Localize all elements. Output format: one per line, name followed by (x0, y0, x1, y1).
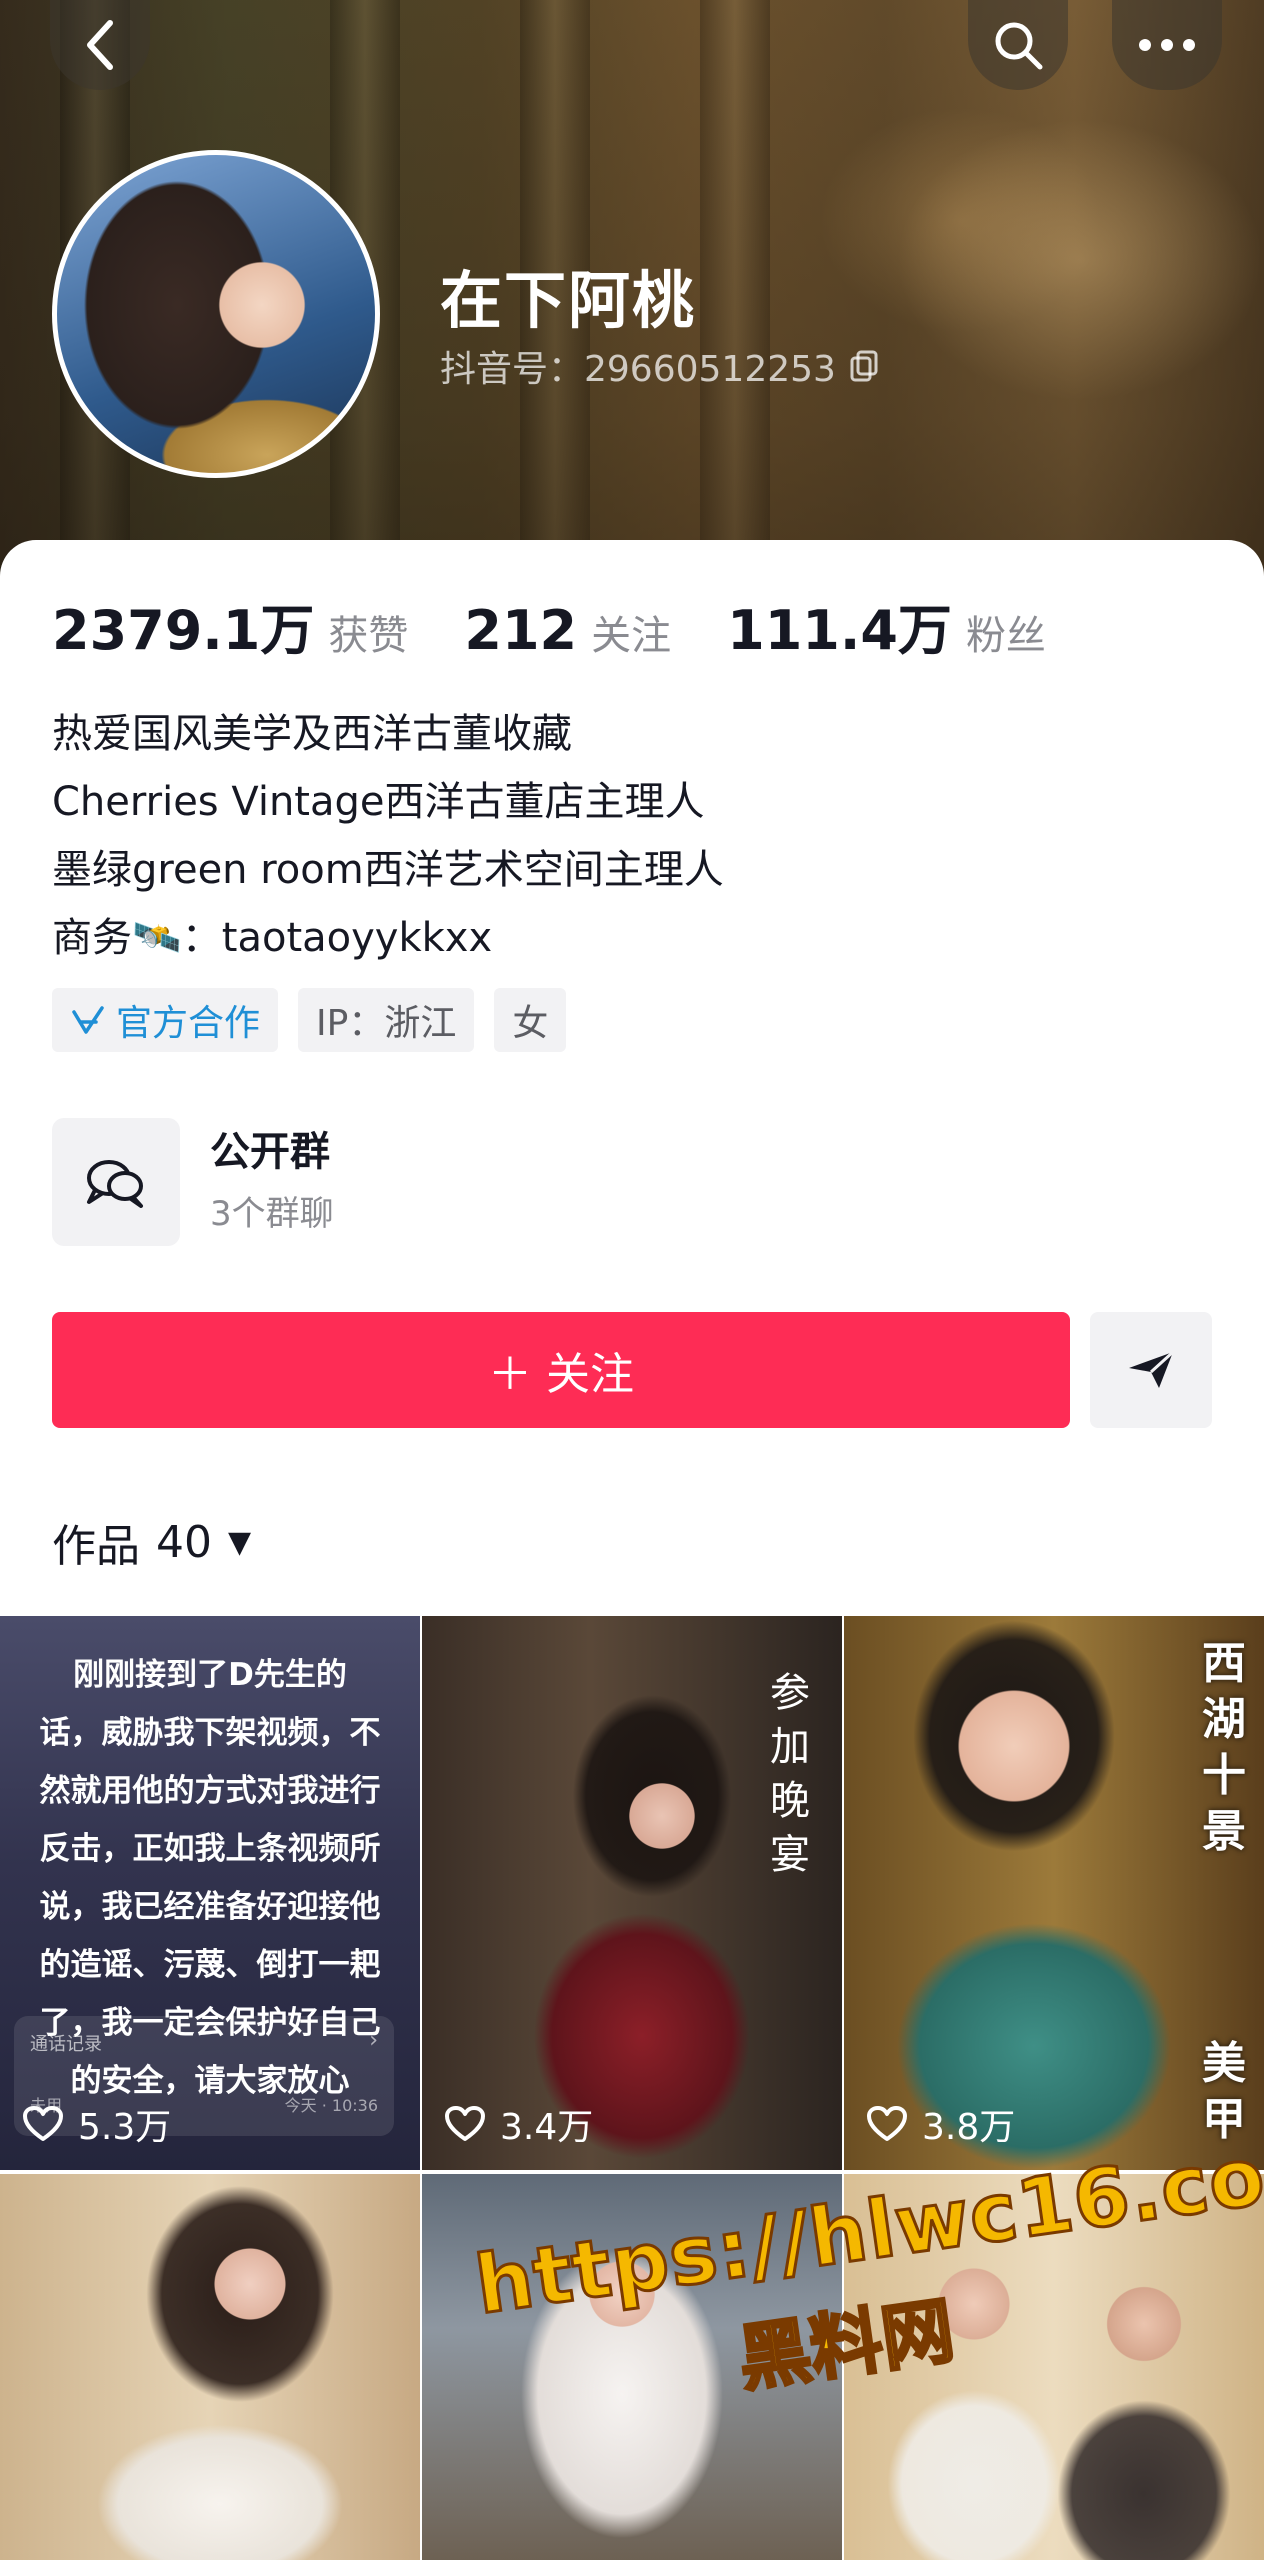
video-caption: 西湖十景 (1202, 1638, 1246, 1857)
message-button[interactable] (1090, 1312, 1212, 1428)
profile-bio: 热爱国风美学及西洋古董收藏 Cherries Vintage西洋古董店主理人 墨… (52, 700, 724, 972)
group-title: 公开群 (210, 1129, 330, 1175)
group-icon-box (52, 1118, 180, 1246)
bio-line: 墨绿green room西洋艺术空间主理人 (52, 847, 724, 893)
overlay-line: 刚刚接到了D先生的 (73, 1657, 347, 1693)
overlay-line: 说，我已经准备好迎接他 (39, 1889, 381, 1925)
tab-works[interactable]: 作品 40 ▼ (52, 1510, 251, 1574)
overlay-line: 的造谣、污蔑、倒打一耙 (39, 1947, 381, 1983)
douyin-id[interactable]: 抖音号：29660512253 (440, 340, 880, 392)
back-icon (87, 20, 113, 70)
official-tag-label: 官方合作 (116, 1003, 261, 1044)
followers-count: 111.4万 (727, 599, 952, 662)
video-thumbnail[interactable] (0, 2174, 420, 2560)
call-record-time: 今天 · 10:36 (284, 2096, 378, 2115)
video-likes: 5.3万 (22, 2098, 171, 2150)
search-icon (995, 22, 1043, 70)
group-chat-icon (87, 1160, 143, 1208)
likes-label: 获赞 (328, 613, 409, 659)
video-likes: 3.4万 (444, 2098, 593, 2150)
profile-tags: 官方合作 IP：浙江 女 (52, 988, 567, 1052)
video-thumbnail[interactable]: 西湖十景 美甲 3.8万 (844, 1616, 1264, 2170)
overlay-line: 反击，正如我上条视频所 (39, 1831, 381, 1867)
following-stat[interactable]: 212 关注 (464, 599, 671, 662)
more-button[interactable] (1112, 0, 1222, 90)
following-count: 212 (464, 599, 578, 662)
more-icon (1139, 39, 1195, 51)
send-icon (1129, 1350, 1175, 1388)
video-caption: 参加晚宴 (770, 1670, 810, 1878)
video-thumbnail[interactable]: 刚刚接到了D先生的 话，威胁我下架视频，不 然就用他的方式对我进行 反击，正如我… (0, 1616, 420, 2170)
copy-icon[interactable] (850, 350, 880, 382)
likes-stat[interactable]: 2379.1万 获赞 (52, 586, 408, 665)
overlay-line: 然就用他的方式对我进行 (39, 1773, 381, 1809)
video-thumbnail[interactable]: 参加晚宴 3.4万 (422, 1616, 842, 2170)
caret-down-icon: ▼ (228, 1524, 252, 1560)
avatar[interactable] (52, 150, 380, 478)
followers-stat[interactable]: 111.4万 粉丝 (727, 586, 1046, 665)
bio-line: 热爱国风美学及西洋古董收藏 (52, 711, 572, 757)
official-icon (72, 1006, 104, 1034)
likes-count: 2379.1万 (52, 599, 315, 662)
likes-count-label: 3.4万 (500, 2107, 594, 2148)
followers-label: 粉丝 (965, 613, 1046, 659)
call-record-label: 通话记录 (30, 2034, 102, 2055)
heart-icon (867, 2106, 907, 2141)
video-likes: 3.8万 (866, 2098, 1015, 2150)
works-count: 40 (156, 1516, 212, 1568)
douyin-id-text: 抖音号：29660512253 (440, 349, 836, 390)
profile-name: 在下阿桃 (440, 264, 697, 337)
bio-line: Cherries Vintage西洋古董店主理人 (52, 779, 705, 825)
likes-count-label: 5.3万 (78, 2107, 172, 2148)
gender-tag: 女 (494, 988, 567, 1052)
group-text: 公开群 3个群聊 (210, 1120, 334, 1244)
heart-icon (23, 2106, 63, 2141)
ip-location-tag: IP：浙江 (298, 988, 475, 1052)
group-subtitle: 3个群聊 (210, 1194, 334, 1234)
works-tab-label: 作品 (52, 1521, 140, 1572)
likes-count-label: 3.8万 (922, 2107, 1016, 2148)
following-label: 关注 (591, 613, 672, 659)
official-cooperation-tag[interactable]: 官方合作 (52, 988, 279, 1052)
heart-icon (445, 2106, 485, 2141)
public-group-entry[interactable]: 公开群 3个群聊 (52, 1118, 334, 1246)
bio-line: 商务🛰️：taotaoyykkxx (52, 915, 493, 961)
overlay-line: 话，威胁我下架视频，不 (39, 1715, 381, 1751)
profile-stats: 2379.1万 获赞 212 关注 111.4万 粉丝 (52, 586, 1102, 665)
follow-button[interactable]: ＋ 关注 (52, 1312, 1070, 1428)
chevron-right-icon: › (369, 2028, 378, 2053)
